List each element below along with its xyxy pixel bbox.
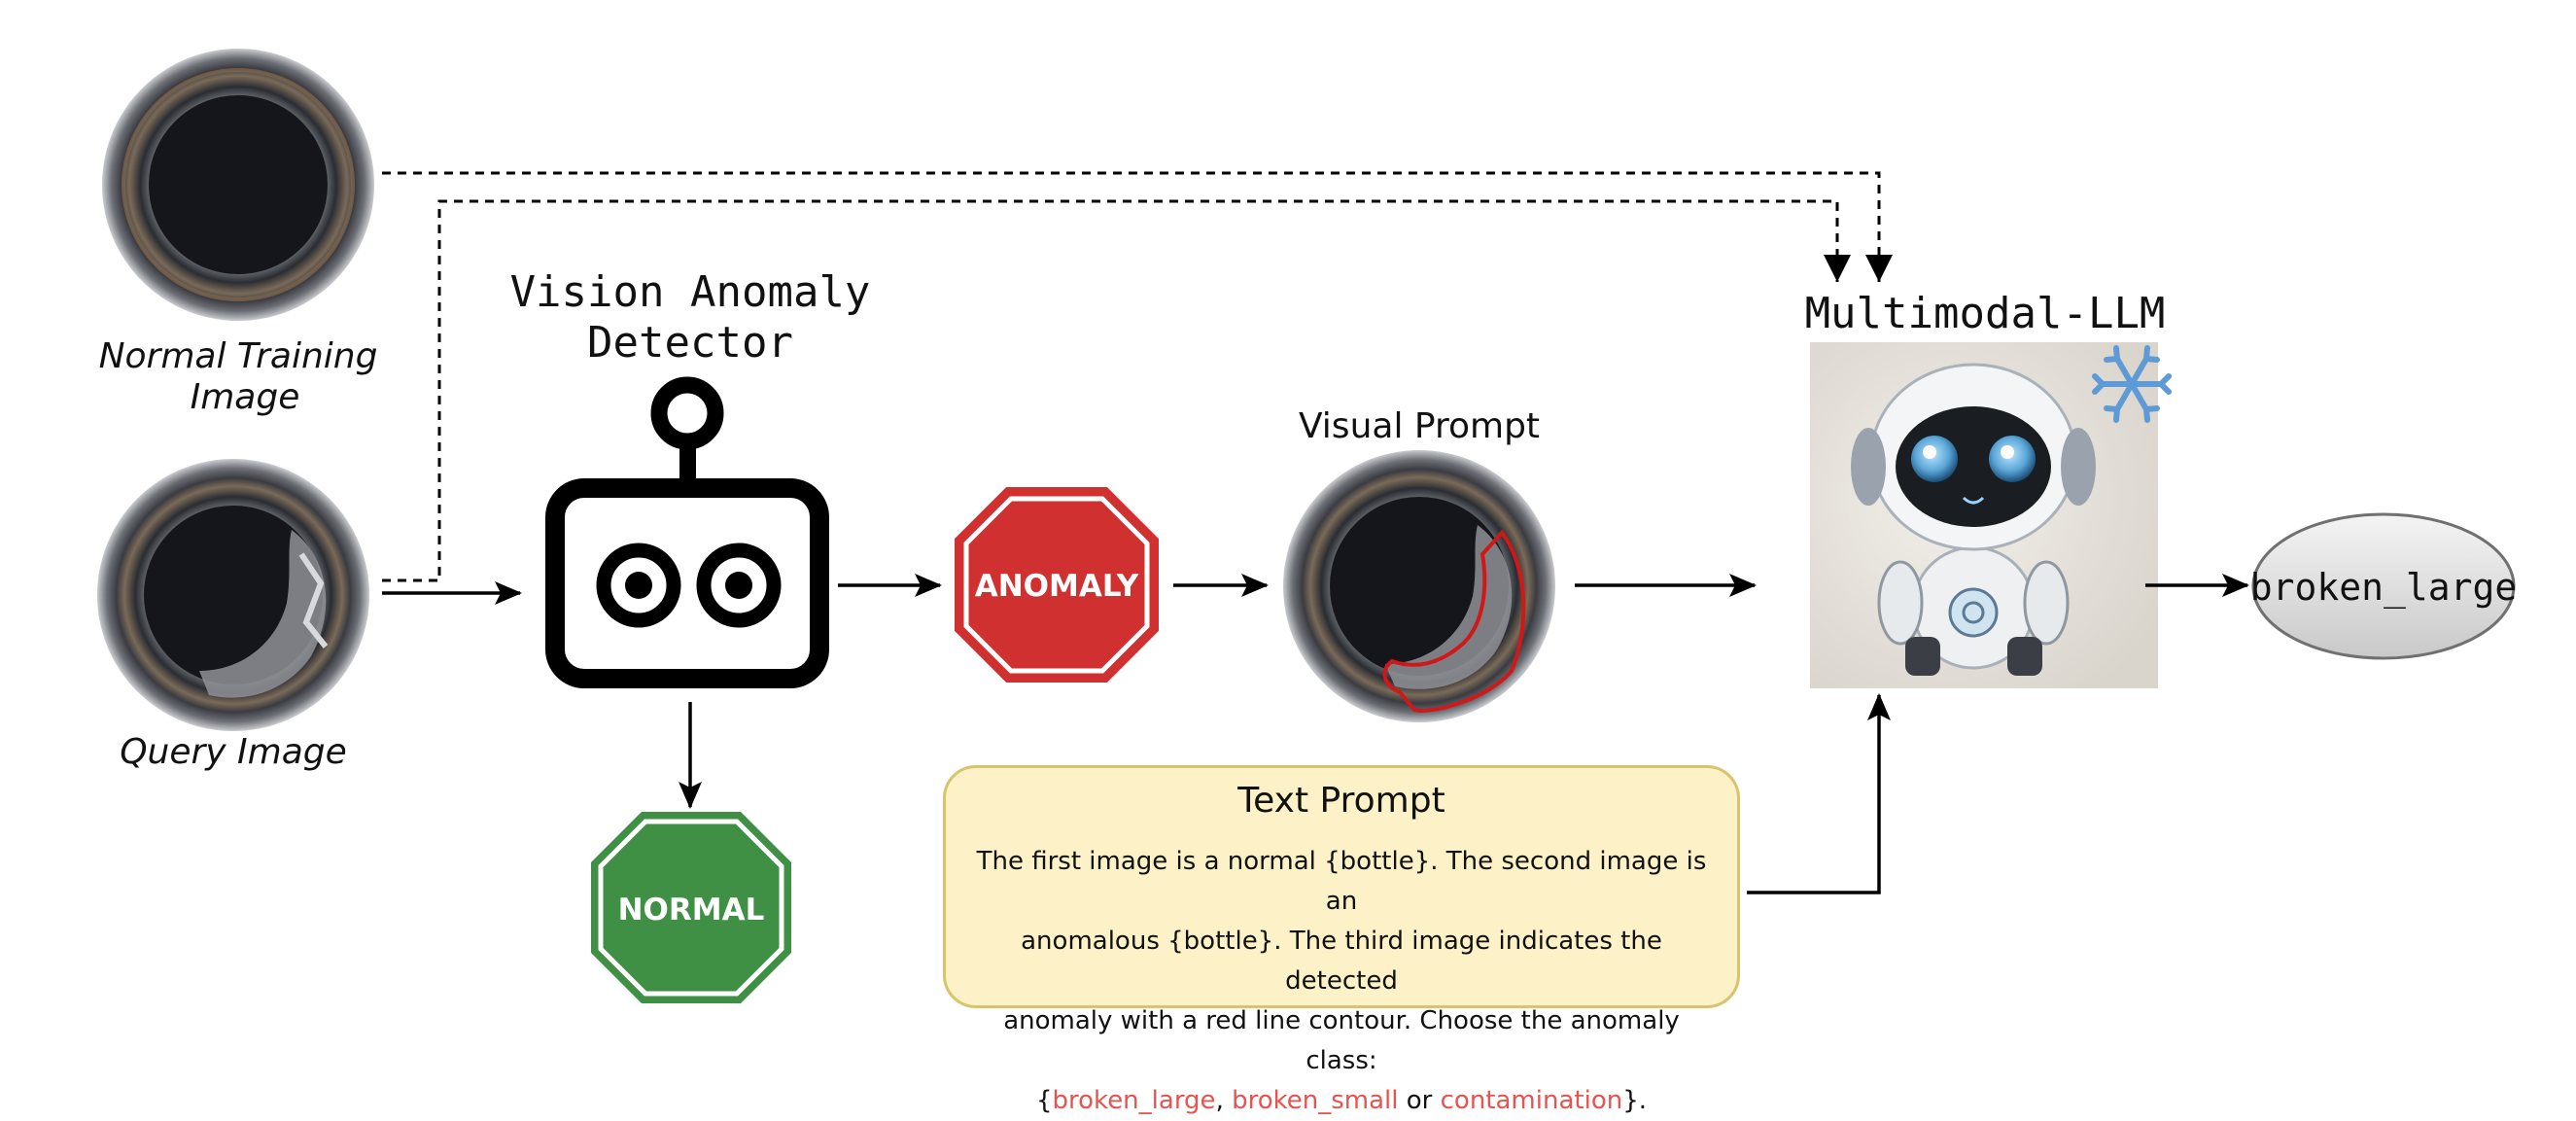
vision-anomaly-detector-title: Vision Anomaly: [510, 267, 871, 317]
vision-anomaly-detector-title-line2: Detector: [587, 318, 793, 368]
visual-prompt-image: [1283, 450, 1555, 722]
anomaly-sign-label: ANOMALY: [975, 569, 1139, 604]
normal-sign-label: NORMAL: [618, 893, 765, 928]
multimodal-llm-title: Multimodal-LLM: [1805, 289, 2166, 338]
dashed-query-arrowhead: [1824, 255, 1851, 282]
class-option-broken-small: broken_small: [1232, 1086, 1399, 1115]
normal-training-image: [102, 49, 374, 321]
query-image: [97, 459, 369, 731]
separator: or: [1398, 1086, 1441, 1115]
text-prompt-line: anomaly with a red line contour. Choose …: [1003, 1006, 1680, 1075]
text-prompt-body: The first image is a normal {bottle}. Th…: [969, 842, 1714, 1121]
dashed-normal-arrowhead: [1865, 255, 1893, 282]
class-option-contamination: contamination: [1440, 1086, 1623, 1115]
cute-robot-icon: [1810, 342, 2158, 688]
text-prompt-line: The first image is a normal {bottle}. Th…: [976, 847, 1707, 916]
normal-training-image-label: Normal Training: [99, 336, 378, 376]
normal-training-image-label-line2: Image: [191, 377, 300, 417]
text-prompt-box: Text Prompt The first image is a normal …: [943, 765, 1740, 1115]
text-prompt-title: Text Prompt: [1237, 781, 1445, 821]
dashed-normal-to-llm: [382, 171, 1881, 282]
query-image-label: Query Image: [120, 732, 347, 772]
text-prompt-classes-line: {broken_large, broken_small or contamina…: [969, 1081, 1714, 1121]
arrow-text-prompt-to-llm: [1747, 693, 1891, 894]
visual-prompt-label: Visual Prompt: [1299, 406, 1540, 446]
robot-face-icon: [545, 376, 829, 688]
close-brace: }.: [1622, 1086, 1648, 1115]
output-class-label: broken_large: [2250, 566, 2518, 610]
text-prompt-line: anomalous {bottle}. The third image indi…: [1021, 927, 1662, 996]
open-brace: {: [1035, 1086, 1053, 1115]
class-option-broken-large: broken_large: [1052, 1086, 1216, 1115]
separator: ,: [1215, 1086, 1233, 1115]
